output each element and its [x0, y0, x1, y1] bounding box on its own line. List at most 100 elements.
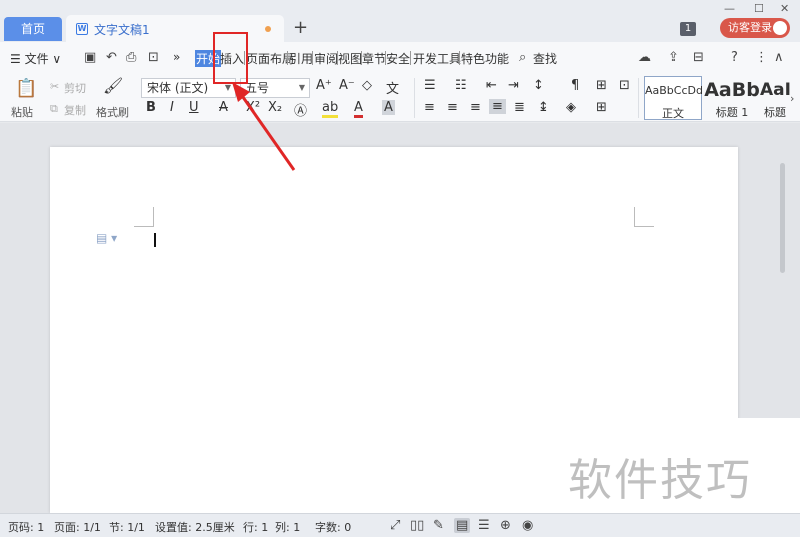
guest-login-button[interactable]: 访客登录: [720, 18, 790, 38]
undo-icon[interactable]: ↶: [106, 50, 117, 65]
shading-icon[interactable]: ◈: [566, 100, 576, 115]
web-view-icon[interactable]: ⊕: [500, 518, 511, 533]
style-heading-1-preview: AaBb: [704, 79, 760, 101]
style-normal[interactable]: AaBbCcDd 正文: [644, 76, 703, 120]
tab-home[interactable]: 首页: [4, 17, 62, 41]
align-right-icon[interactable]: ≡: [470, 100, 481, 115]
unsaved-dot-icon: [265, 26, 271, 32]
copy-icon: ⧉: [50, 102, 58, 115]
line-spacing-icon[interactable]: ↨: [538, 100, 549, 115]
search-icon[interactable]: ⌕: [519, 50, 526, 65]
style-heading-2[interactable]: AaI 标题: [760, 76, 790, 120]
status-word-count[interactable]: 字数: 0: [315, 519, 351, 535]
borders-icon[interactable]: ⊞: [596, 100, 607, 115]
paste-button[interactable]: 粘贴: [11, 104, 33, 120]
decrease-indent-icon[interactable]: ⇤: [486, 78, 497, 93]
tab-review[interactable]: 审阅: [314, 50, 338, 67]
grow-font-icon[interactable]: A⁺: [316, 78, 332, 93]
margin-corner-top-left: [134, 207, 154, 227]
window-count-badge[interactable]: 1: [680, 22, 696, 36]
status-row[interactable]: 行: 1: [243, 519, 268, 535]
layout-icon[interactable]: ⊡: [619, 78, 630, 93]
clear-format-icon[interactable]: ◇: [362, 78, 372, 93]
bold-button[interactable]: B: [146, 100, 156, 115]
maximize-button[interactable]: ☐: [754, 2, 764, 15]
avatar-icon: [773, 21, 787, 35]
tab-features[interactable]: 特色功能: [461, 50, 509, 67]
more-menu-icon[interactable]: ⋮: [755, 50, 768, 65]
print-preview-icon[interactable]: ⊡: [148, 50, 159, 65]
tab-document[interactable]: W 文字文稿1: [66, 15, 284, 42]
phonetic-icon[interactable]: 文: [386, 78, 399, 97]
menu-separator: [459, 51, 460, 65]
cut-icon: ✂: [50, 80, 60, 93]
menu-separator: [410, 51, 411, 65]
eye-protect-icon[interactable]: ◉: [522, 518, 533, 533]
tab-security[interactable]: 安全: [386, 50, 410, 67]
distributed-align-icon[interactable]: ≣: [514, 100, 525, 115]
status-section[interactable]: 节: 1/1: [109, 519, 145, 535]
tab-references[interactable]: 引用: [289, 50, 313, 67]
menu-separator: [312, 51, 313, 65]
style-heading-1[interactable]: AaBb 标题 1: [704, 76, 760, 120]
share-icon[interactable]: ⇪: [668, 50, 679, 65]
increase-indent-icon[interactable]: ⇥: [508, 78, 519, 93]
cloud-icon[interactable]: ☁: [638, 50, 651, 65]
shrink-font-icon[interactable]: A⁻: [339, 78, 355, 93]
underline-button[interactable]: U: [189, 100, 199, 115]
highlight-color-icon[interactable]: ab: [322, 100, 339, 118]
watermark-text: 软件技巧: [568, 455, 752, 506]
align-left-icon[interactable]: ≡: [424, 100, 435, 115]
vertical-scrollbar[interactable]: [780, 163, 785, 273]
outline-view-icon[interactable]: ☰: [478, 518, 490, 533]
margin-corner-top-right: [634, 207, 654, 227]
edit-mode-icon[interactable]: ✎: [433, 518, 444, 533]
print-icon[interactable]: ⎙: [126, 50, 136, 65]
style-heading-1-label: 标题 1: [715, 106, 749, 119]
close-button[interactable]: ✕: [780, 2, 789, 15]
sort-icon[interactable]: ↕: [533, 78, 544, 93]
highlight-box: [213, 32, 248, 84]
status-setting-value[interactable]: 设置值: 2.5厘米: [155, 519, 235, 535]
add-tab-button[interactable]: +: [293, 18, 308, 38]
styles-scroll-icon[interactable]: ›: [790, 92, 794, 105]
style-heading-2-label: 标题: [764, 106, 786, 119]
status-column[interactable]: 列: 1: [275, 519, 300, 535]
focus-mode-icon[interactable]: ⤢: [390, 518, 400, 533]
align-center-icon[interactable]: ≡: [447, 100, 458, 115]
paste-icon[interactable]: 📋: [15, 78, 37, 99]
collapse-ribbon-icon[interactable]: ∧: [774, 50, 784, 65]
status-pages[interactable]: 页面: 1/1: [54, 519, 101, 535]
page-view-icon[interactable]: ▤: [454, 518, 471, 533]
annotation-arrow: [232, 82, 296, 171]
ribbon: 📋 粘贴 ✂ 剪切 ⧉ 复制 🖌 格式刷 宋体 (正文) ▼ 五号 ▼ A⁺ A…: [0, 72, 800, 122]
italic-button[interactable]: I: [170, 100, 174, 115]
align-justify-icon[interactable]: ≡: [489, 99, 506, 114]
font-color-icon[interactable]: A: [354, 100, 363, 118]
status-page-number[interactable]: 页码: 1: [8, 519, 44, 535]
table-tools-icon[interactable]: ⊞: [596, 78, 607, 93]
tab-view[interactable]: 视图: [338, 50, 362, 67]
text-cursor: [154, 233, 156, 247]
cut-button[interactable]: 剪切: [64, 80, 86, 96]
show-marks-icon[interactable]: ¶: [571, 78, 579, 93]
save-icon[interactable]: ▣: [84, 50, 96, 65]
help-icon[interactable]: ?: [731, 50, 738, 65]
collaborate-icon[interactable]: ⊟: [693, 50, 704, 65]
copy-button[interactable]: 复制: [64, 102, 86, 118]
tab-chapter[interactable]: 章节: [362, 50, 386, 67]
paragraph-menu-icon[interactable]: ▤ ▾: [96, 231, 117, 245]
format-painter-icon[interactable]: 🖌: [103, 76, 123, 95]
minimize-button[interactable]: —: [724, 2, 735, 15]
format-painter-button[interactable]: 格式刷: [96, 104, 129, 120]
more-quick-tools[interactable]: »: [173, 50, 180, 64]
search-label[interactable]: 查找: [533, 50, 557, 67]
strikethrough-button[interactable]: A: [219, 100, 228, 115]
numbered-list-icon[interactable]: ☷: [455, 78, 467, 93]
read-mode-icon[interactable]: ▯▯: [410, 518, 424, 533]
bullet-list-icon[interactable]: ☰: [424, 78, 436, 93]
char-shading-icon[interactable]: A: [382, 100, 395, 115]
tab-document-label: 文字文稿1: [94, 23, 150, 37]
file-menu[interactable]: ☰ 文件 ∨: [10, 50, 61, 67]
tab-developer[interactable]: 开发工具: [413, 50, 461, 67]
